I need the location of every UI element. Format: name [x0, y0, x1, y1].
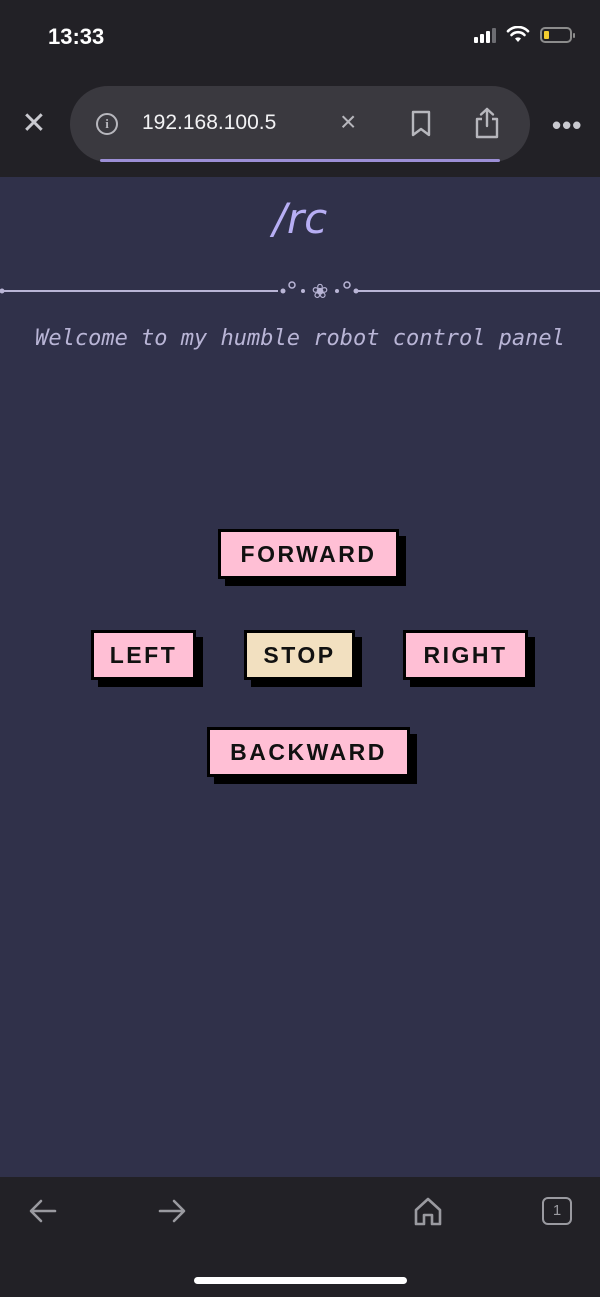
page-load-progress — [100, 159, 500, 162]
stop-button[interactable]: STOP — [244, 630, 355, 680]
home-indicator[interactable] — [194, 1277, 407, 1284]
svg-text:❀: ❀ — [312, 279, 329, 303]
ornamental-divider: ❀ — [0, 279, 600, 303]
close-icon[interactable]: ✕ — [18, 108, 50, 140]
bookmark-icon[interactable] — [410, 110, 432, 138]
tabs-icon[interactable]: 1 — [542, 1197, 572, 1225]
back-arrow-icon[interactable] — [28, 1197, 58, 1225]
wifi-icon — [506, 26, 530, 42]
info-icon[interactable]: i — [96, 113, 118, 135]
forward-arrow-icon[interactable] — [157, 1197, 187, 1225]
left-button[interactable]: LEFT — [91, 630, 196, 680]
browser-chrome: 13:33 ✕ i 192.168.100.5 × ••• — [0, 0, 600, 177]
tab-count: 1 — [552, 1202, 562, 1219]
more-icon[interactable]: ••• — [552, 110, 582, 141]
status-time: 13:33 — [48, 24, 105, 49]
page-title: /rc — [272, 194, 328, 243]
url-text[interactable]: 192.168.100.5 — [142, 111, 276, 135]
right-button[interactable]: RIGHT — [403, 630, 528, 680]
share-icon[interactable] — [472, 106, 502, 140]
status-icons — [474, 26, 575, 44]
home-icon[interactable] — [412, 1195, 444, 1227]
address-bar[interactable]: i 192.168.100.5 × — [70, 86, 530, 162]
battery-icon — [540, 27, 575, 43]
welcome-text: Welcome to my humble robot control panel — [35, 326, 565, 351]
forward-button[interactable]: FORWARD — [218, 529, 399, 579]
clear-icon[interactable]: × — [340, 106, 356, 138]
signal-icon — [474, 27, 496, 43]
backward-button[interactable]: BACKWARD — [207, 727, 410, 777]
